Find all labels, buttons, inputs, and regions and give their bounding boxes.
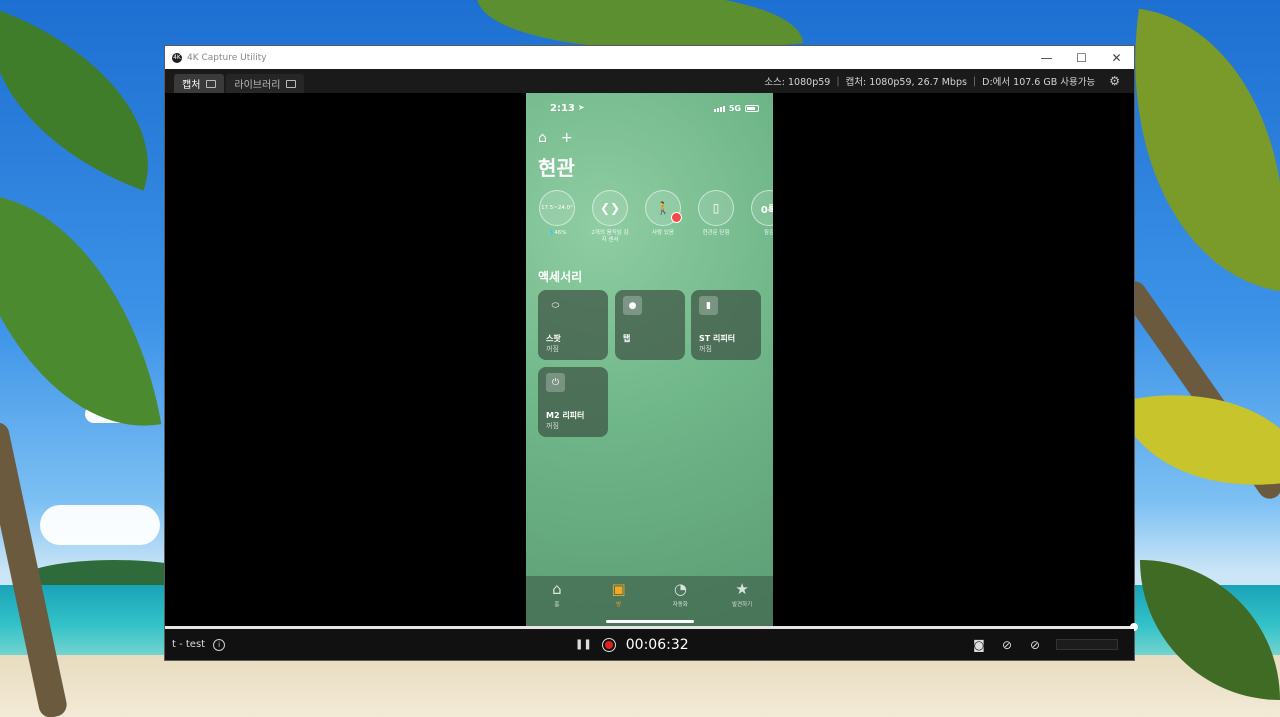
- location-icon: ➤: [577, 103, 585, 112]
- door-icon: ▯: [712, 201, 720, 215]
- tile-state: 꺼짐: [546, 422, 559, 430]
- sand: [0, 655, 1280, 717]
- app-icon: 4K: [172, 52, 182, 63]
- info-icon[interactable]: i: [213, 638, 226, 651]
- star-icon: ★: [735, 580, 749, 598]
- tab-label: 발견하기: [732, 602, 753, 608]
- plug-icon: ⏻: [546, 373, 565, 392]
- title-bar[interactable]: 4K 4K Capture Utility — ☐ ✕: [165, 46, 1134, 69]
- tile-name: ST 리피터: [699, 334, 736, 343]
- minimize-button[interactable]: —: [1029, 51, 1064, 65]
- tab-automation[interactable]: ◔ 자동화: [650, 576, 712, 626]
- toolbar: 캡처 라이브러리 소스: 1080p59 | 캡처: 1080p59, 26.7…: [165, 69, 1134, 93]
- grid-icon: [286, 79, 297, 88]
- phone-screen: 2:13 ➤ 5G ⌂ + 현관 17.5~24.0° 💧46% ❮❯ 2개의 …: [526, 93, 773, 626]
- tab-capture[interactable]: 캡처: [174, 74, 225, 93]
- lock-status[interactable]: 0록 잠김: [750, 190, 773, 244]
- phone-time: 2:13: [550, 103, 575, 114]
- occupancy-label: 사람 있음: [652, 230, 674, 236]
- recording-timer: 00:06:32: [625, 636, 689, 653]
- monitor-icon: [206, 79, 217, 88]
- tab-rooms[interactable]: ▣ 방: [588, 576, 650, 626]
- tile-name: M2 리피터: [546, 411, 585, 420]
- add-icon[interactable]: +: [561, 130, 573, 146]
- accessories-heading: 액세서리: [538, 270, 583, 284]
- status-info: 소스: 1080p59 | 캡처: 1080p59, 26.7 Mbps | D…: [764, 74, 1120, 88]
- home-indicator: [606, 620, 694, 623]
- capture-status: 캡처: 1080p59, 26.7 Mbps: [845, 77, 967, 88]
- network-label: 5G: [728, 104, 741, 113]
- person-walking-icon: 🚶: [655, 201, 671, 215]
- tab-library[interactable]: 라이브러리: [226, 74, 305, 93]
- rooms-tab-icon: ▣: [611, 580, 626, 598]
- tab-label: 홈: [554, 602, 560, 608]
- tab-label: 자동화: [672, 602, 688, 608]
- close-button[interactable]: ✕: [1099, 51, 1134, 65]
- audio-level-meter: [1056, 639, 1118, 650]
- motion-sensor-status[interactable]: ❮❯ 2개의 움직임 감지 센서: [591, 190, 629, 244]
- disk-status: D:에서 107.6 GB 사용가능: [982, 77, 1096, 88]
- palm-frond: [0, 168, 162, 452]
- automation-tab-icon: ◔: [673, 580, 687, 598]
- profile-name: t - test: [172, 639, 206, 650]
- palm-frond: [0, 9, 185, 191]
- capture-window: 4K 4K Capture Utility — ☐ ✕ 캡처 라이브러리 소스:…: [165, 46, 1138, 660]
- phone-status-bar: 2:13 ➤ 5G: [550, 103, 759, 114]
- tile-name: 스팟: [546, 334, 561, 343]
- pause-button[interactable]: ❚❚: [575, 639, 592, 650]
- motion-waves-icon: ❮❯: [599, 201, 621, 215]
- source-status: 소스: 1080p59: [764, 77, 831, 88]
- tab-discover[interactable]: ★ 발견하기: [711, 576, 773, 626]
- battery-icon: [745, 105, 759, 112]
- tab-library-label: 라이브러리: [234, 80, 281, 91]
- home-icon[interactable]: ⌂: [538, 130, 547, 146]
- accessory-tile[interactable]: ⬭ 스팟 꺼짐: [538, 290, 608, 360]
- repeater-icon: ▮: [699, 296, 718, 315]
- occupancy-status[interactable]: 🚶 사람 있음: [644, 190, 682, 244]
- tab-capture-label: 캡처: [182, 80, 201, 91]
- room-title: 현관: [538, 156, 575, 180]
- lock-count: 0록: [760, 204, 773, 216]
- gear-icon[interactable]: ⚙: [1109, 74, 1120, 88]
- climate-status[interactable]: 17.5~24.0° 💧46%: [538, 190, 576, 244]
- climate-range: 17.5~24.0°: [541, 205, 573, 211]
- door-label: 현관문 닫힘: [702, 230, 730, 236]
- video-preview: 2:13 ➤ 5G ⌂ + 현관 17.5~24.0° 💧46% ❮❯ 2개의 …: [174, 93, 1124, 626]
- button-icon: ●: [623, 296, 642, 315]
- mic-muted-icon[interactable]: ⊘: [1000, 639, 1014, 651]
- signal-icon: [713, 105, 725, 112]
- tile-state: 꺼짐: [546, 345, 559, 353]
- speaker-muted-icon[interactable]: ⊘: [1028, 639, 1042, 651]
- light-icon: ⬭: [551, 300, 560, 311]
- home-tab-icon: ⌂: [552, 580, 562, 598]
- maximize-button[interactable]: ☐: [1064, 51, 1099, 65]
- lock-label: 잠김: [763, 230, 773, 236]
- cloud: [40, 505, 160, 545]
- accessory-tile[interactable]: ▮ ST 리피터 꺼짐: [691, 290, 761, 360]
- accessory-tile[interactable]: ⏻ M2 리피터 꺼짐: [538, 367, 608, 437]
- tab-home[interactable]: ⌂ 홈: [526, 576, 588, 626]
- record-button[interactable]: [601, 637, 616, 652]
- bottom-bar: t - test i ❚❚ 00:06:32 ◙ ⊘ ⊘: [165, 629, 1134, 660]
- motion-sensor-label: 2개의 움직임 감지 센서: [591, 230, 629, 243]
- phone-tab-bar: ⌂ 홈 ▣ 방 ◔ 자동화 ★ 발견하기: [526, 576, 773, 626]
- accessory-tile[interactable]: ● 탭: [615, 290, 685, 360]
- screenshot-icon[interactable]: ◙: [972, 639, 986, 651]
- alert-badge: [671, 212, 682, 223]
- humidity-label: 46%: [554, 230, 567, 236]
- window-title: 4K Capture Utility: [187, 52, 267, 63]
- tile-name: 탭: [623, 334, 631, 343]
- tile-state: 꺼짐: [699, 345, 712, 353]
- tab-label: 방: [616, 602, 622, 608]
- status-circles: 17.5~24.0° 💧46% ❮❯ 2개의 움직임 감지 센서 🚶 사람 있음…: [538, 190, 773, 244]
- door-status[interactable]: ▯ 현관문 닫힘: [697, 190, 735, 244]
